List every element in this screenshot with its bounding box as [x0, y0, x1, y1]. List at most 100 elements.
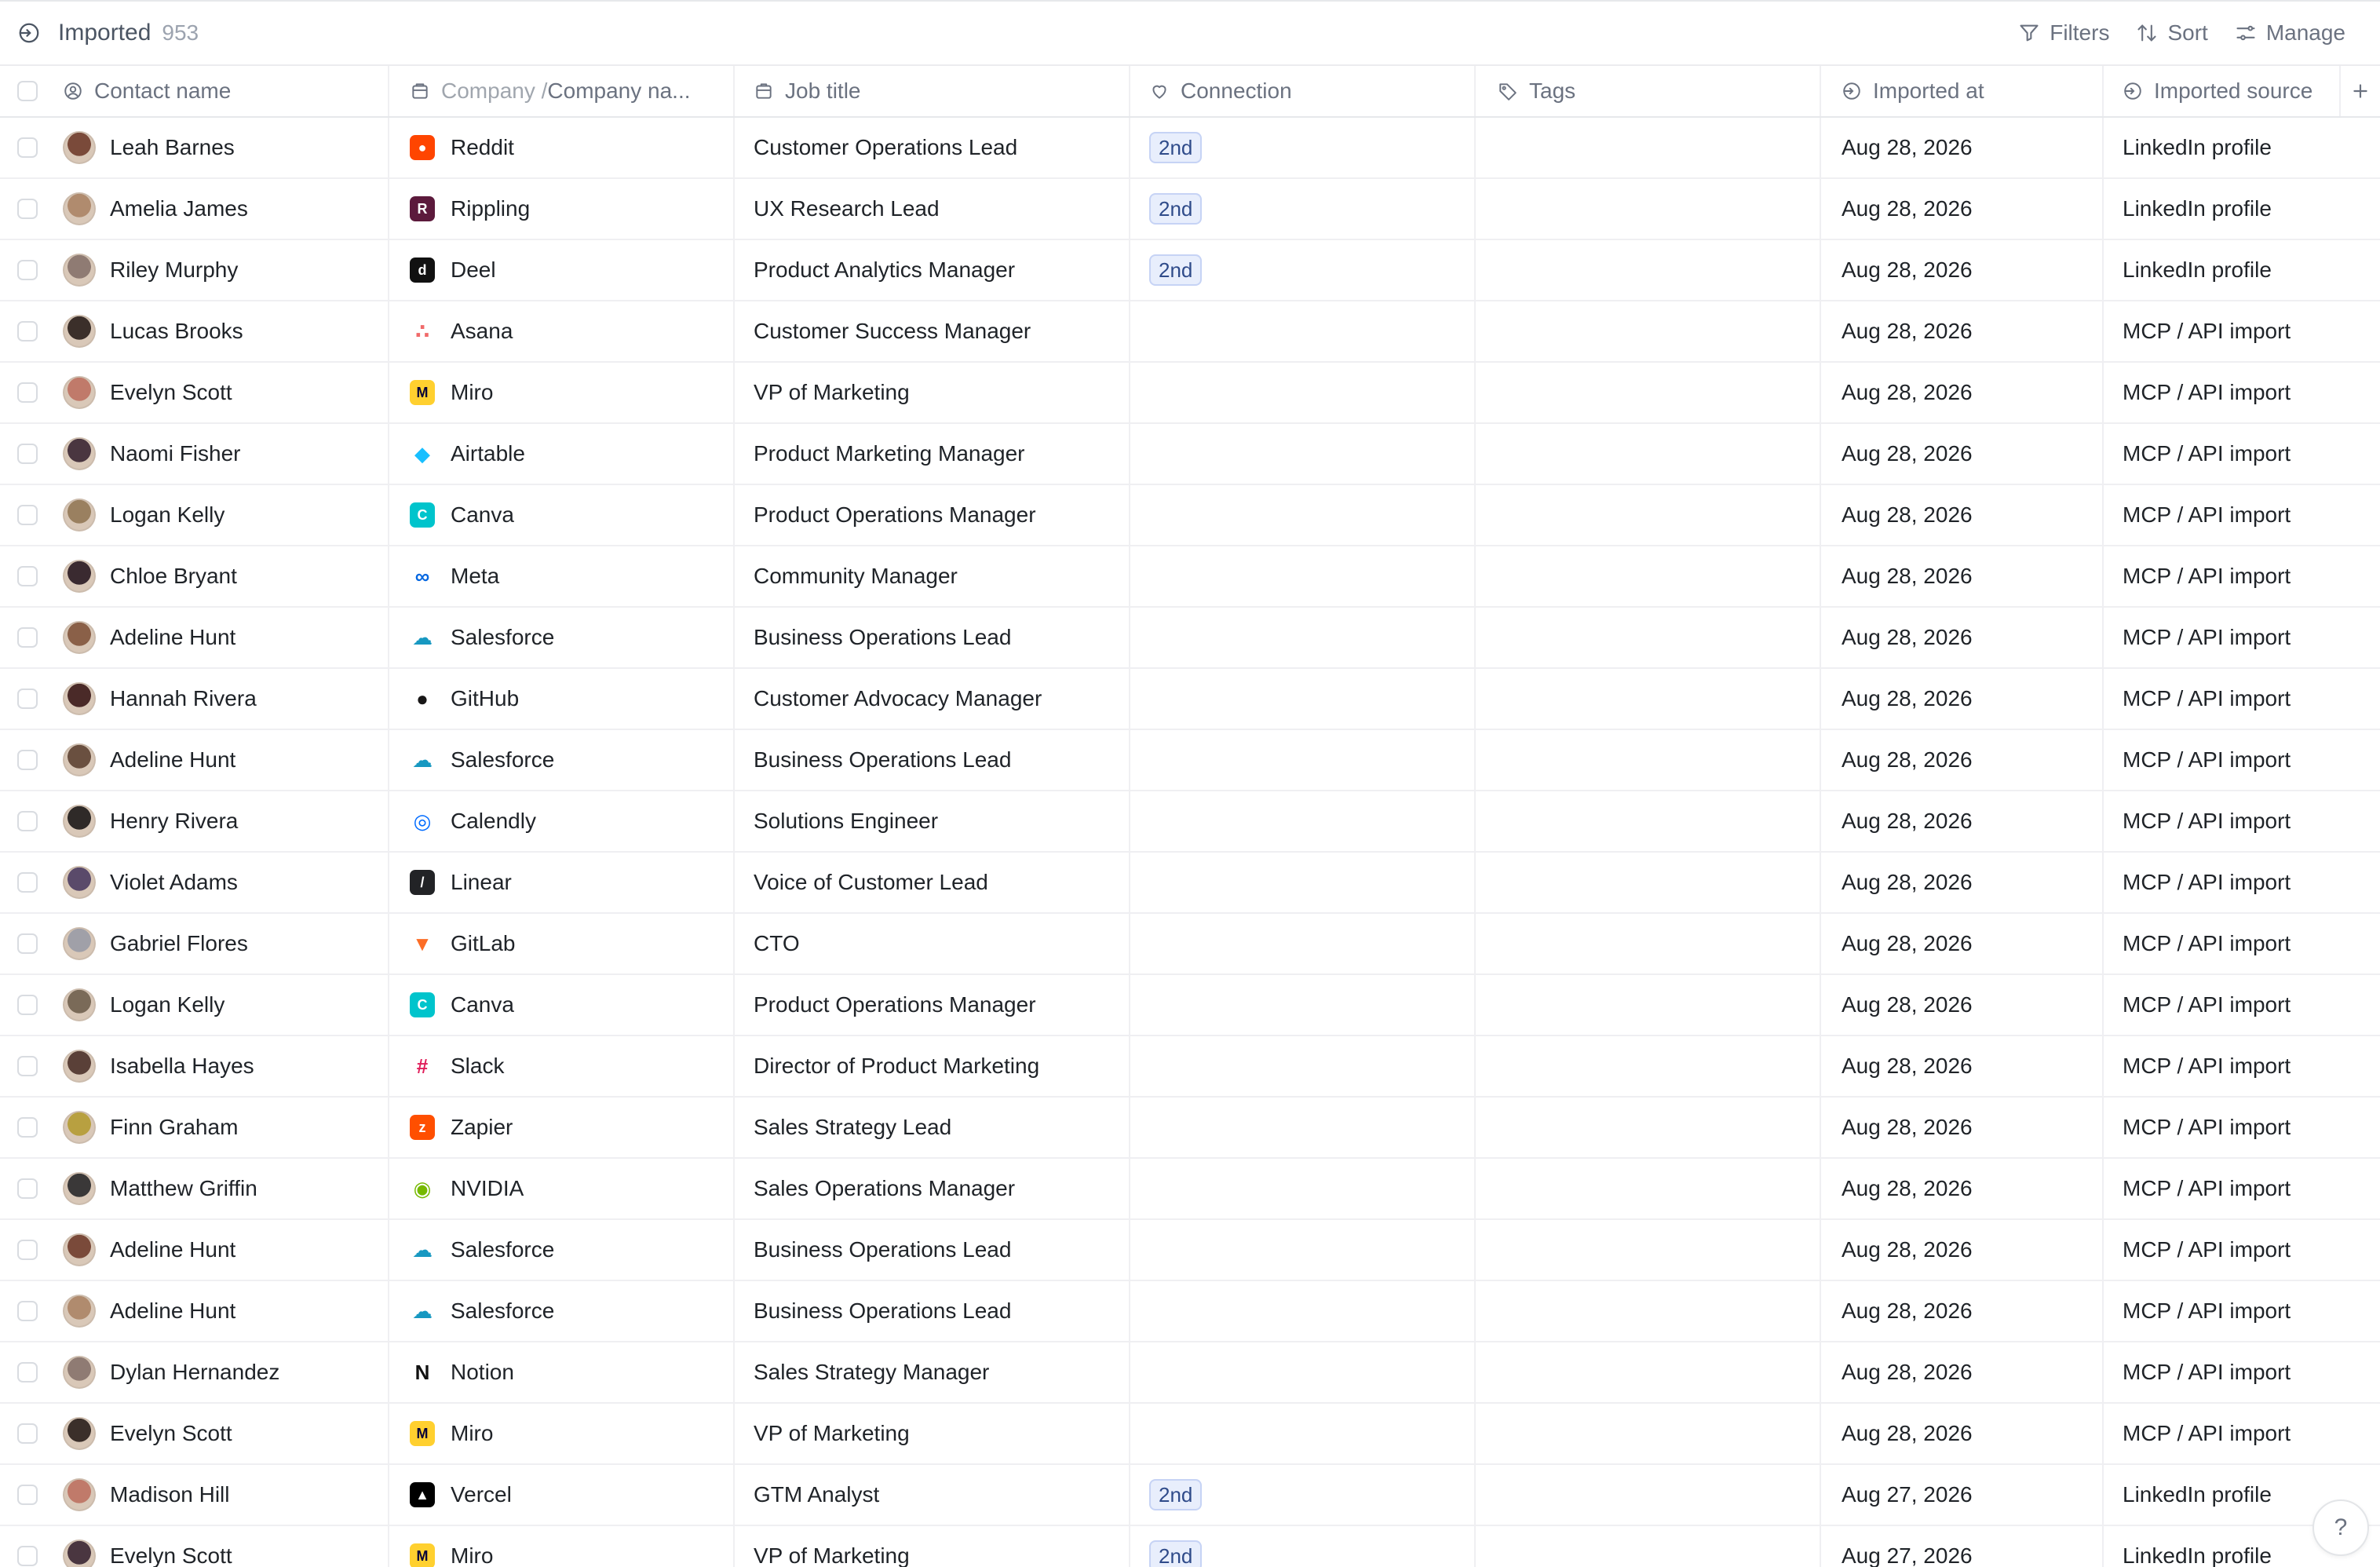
row-checkbox[interactable] [17, 995, 38, 1015]
company-cell[interactable]: M Miro [389, 363, 735, 422]
select-all-checkbox[interactable] [17, 81, 38, 101]
contact-name-cell[interactable]: Henry Rivera [55, 791, 389, 851]
table-row[interactable]: Isabella Hayes # Slack Director of Produ… [0, 1036, 2380, 1098]
table-row[interactable]: Adeline Hunt ☁ Salesforce Business Opera… [0, 730, 2380, 791]
imported-source-cell[interactable]: MCP / API import [2104, 363, 2339, 422]
job-title-cell[interactable]: VP of Marketing [735, 363, 1130, 422]
job-title-cell[interactable]: Community Manager [735, 546, 1130, 606]
imported-source-cell[interactable]: MCP / API import [2104, 1342, 2339, 1402]
imported-at-cell[interactable]: Aug 28, 2026 [1821, 1404, 2104, 1463]
add-column-button[interactable] [2339, 66, 2380, 116]
contact-name-cell[interactable]: Leah Barnes [55, 118, 389, 177]
imported-source-cell[interactable]: MCP / API import [2104, 1098, 2339, 1157]
imported-at-cell[interactable]: Aug 28, 2026 [1821, 363, 2104, 422]
table-row[interactable]: Evelyn Scott M Miro VP of Marketing 2nd … [0, 1526, 2380, 1567]
contact-name-cell[interactable]: Dylan Hernandez [55, 1342, 389, 1402]
imported-source-cell[interactable]: MCP / API import [2104, 1159, 2339, 1218]
imported-at-cell[interactable]: Aug 28, 2026 [1821, 914, 2104, 973]
connection-cell[interactable] [1130, 485, 1476, 545]
imported-at-cell[interactable]: Aug 28, 2026 [1821, 853, 2104, 912]
row-checkbox[interactable] [17, 689, 38, 709]
connection-cell[interactable] [1130, 546, 1476, 606]
table-row[interactable]: Hannah Rivera ● GitHub Customer Advocacy… [0, 669, 2380, 730]
table-row[interactable]: Madison Hill ▲ Vercel GTM Analyst 2nd Au… [0, 1465, 2380, 1526]
contact-name-cell[interactable]: Adeline Hunt [55, 1281, 389, 1341]
tags-cell[interactable] [1476, 1098, 1821, 1157]
tags-cell[interactable] [1476, 975, 1821, 1035]
tags-cell[interactable] [1476, 914, 1821, 973]
tags-cell[interactable] [1476, 608, 1821, 667]
imported-source-cell[interactable]: MCP / API import [2104, 1220, 2339, 1280]
row-checkbox[interactable] [17, 505, 38, 525]
job-title-cell[interactable]: Sales Strategy Lead [735, 1098, 1130, 1157]
tags-cell[interactable] [1476, 424, 1821, 484]
connection-cell[interactable] [1130, 1036, 1476, 1096]
connection-cell[interactable] [1130, 853, 1476, 912]
table-row[interactable]: Gabriel Flores ▼ GitLab CTO Aug 28, 2026… [0, 914, 2380, 975]
tags-cell[interactable] [1476, 301, 1821, 361]
contact-name-cell[interactable]: Matthew Griffin [55, 1159, 389, 1218]
company-cell[interactable]: C Canva [389, 975, 735, 1035]
tags-cell[interactable] [1476, 1036, 1821, 1096]
job-title-cell[interactable]: VP of Marketing [735, 1404, 1130, 1463]
table-row[interactable]: Finn Graham z Zapier Sales Strategy Lead… [0, 1098, 2380, 1159]
imported-at-cell[interactable]: Aug 28, 2026 [1821, 791, 2104, 851]
imported-at-cell[interactable]: Aug 28, 2026 [1821, 485, 2104, 545]
tags-cell[interactable] [1476, 730, 1821, 790]
company-cell[interactable]: z Zapier [389, 1098, 735, 1157]
imported-at-cell[interactable]: Aug 28, 2026 [1821, 608, 2104, 667]
connection-cell[interactable]: 2nd [1130, 118, 1476, 177]
contact-name-cell[interactable]: Violet Adams [55, 853, 389, 912]
company-cell[interactable]: ◉ NVIDIA [389, 1159, 735, 1218]
table-row[interactable]: Evelyn Scott M Miro VP of Marketing Aug … [0, 1404, 2380, 1465]
imported-at-cell[interactable]: Aug 28, 2026 [1821, 730, 2104, 790]
table-row[interactable]: Lucas Brooks ∴ Asana Customer Success Ma… [0, 301, 2380, 363]
contact-name-cell[interactable]: Finn Graham [55, 1098, 389, 1157]
row-checkbox[interactable] [17, 1056, 38, 1076]
imported-at-cell[interactable]: Aug 28, 2026 [1821, 424, 2104, 484]
job-title-cell[interactable]: Voice of Customer Lead [735, 853, 1130, 912]
tags-cell[interactable] [1476, 546, 1821, 606]
contact-name-cell[interactable]: Evelyn Scott [55, 1526, 389, 1567]
column-header-company[interactable]: Company / Company na... [389, 66, 735, 116]
imported-source-cell[interactable]: MCP / API import [2104, 608, 2339, 667]
tags-cell[interactable] [1476, 1465, 1821, 1525]
company-cell[interactable]: ∴ Asana [389, 301, 735, 361]
row-checkbox[interactable] [17, 1117, 38, 1138]
row-checkbox[interactable] [17, 627, 38, 648]
connection-cell[interactable] [1130, 1098, 1476, 1157]
tags-cell[interactable] [1476, 485, 1821, 545]
company-cell[interactable]: / Linear [389, 853, 735, 912]
row-checkbox[interactable] [17, 137, 38, 158]
company-cell[interactable]: ∞ Meta [389, 546, 735, 606]
contact-name-cell[interactable]: Hannah Rivera [55, 669, 389, 729]
contact-name-cell[interactable]: Isabella Hayes [55, 1036, 389, 1096]
job-title-cell[interactable]: Solutions Engineer [735, 791, 1130, 851]
job-title-cell[interactable]: Sales Strategy Manager [735, 1342, 1130, 1402]
imported-at-cell[interactable]: Aug 28, 2026 [1821, 975, 2104, 1035]
tags-cell[interactable] [1476, 1220, 1821, 1280]
table-row[interactable]: Dylan Hernandez N Notion Sales Strategy … [0, 1342, 2380, 1404]
job-title-cell[interactable]: Customer Operations Lead [735, 118, 1130, 177]
connection-cell[interactable]: 2nd [1130, 1465, 1476, 1525]
row-checkbox[interactable] [17, 750, 38, 770]
contact-name-cell[interactable]: Logan Kelly [55, 975, 389, 1035]
job-title-cell[interactable]: Business Operations Lead [735, 730, 1130, 790]
imported-at-cell[interactable]: Aug 28, 2026 [1821, 301, 2104, 361]
row-checkbox[interactable] [17, 1362, 38, 1383]
table-row[interactable]: Adeline Hunt ☁ Salesforce Business Opera… [0, 1281, 2380, 1342]
manage-button[interactable]: Manage [2235, 20, 2345, 46]
table-row[interactable]: Violet Adams / Linear Voice of Customer … [0, 853, 2380, 914]
imported-source-cell[interactable]: MCP / API import [2104, 424, 2339, 484]
job-title-cell[interactable]: Sales Operations Manager [735, 1159, 1130, 1218]
connection-cell[interactable] [1130, 424, 1476, 484]
row-checkbox[interactable] [17, 199, 38, 219]
connection-cell[interactable]: 2nd [1130, 240, 1476, 300]
table-row[interactable]: Logan Kelly C Canva Product Operations M… [0, 975, 2380, 1036]
imported-source-cell[interactable]: MCP / API import [2104, 975, 2339, 1035]
job-title-cell[interactable]: Product Marketing Manager [735, 424, 1130, 484]
tags-cell[interactable] [1476, 669, 1821, 729]
column-header-imported-source[interactable]: Imported source [2104, 66, 2339, 116]
imported-at-cell[interactable]: Aug 28, 2026 [1821, 1342, 2104, 1402]
table-row[interactable]: Naomi Fisher ◆ Airtable Product Marketin… [0, 424, 2380, 485]
